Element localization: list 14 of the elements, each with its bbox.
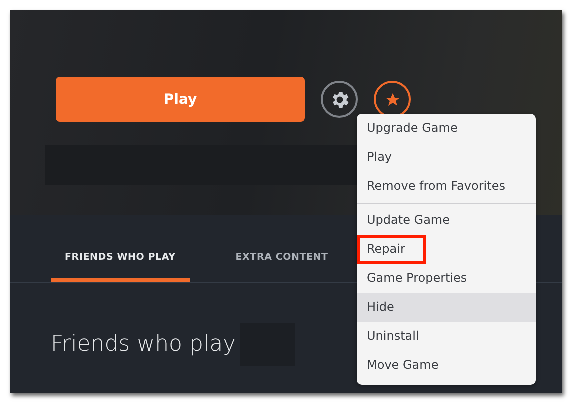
star-icon: [384, 92, 400, 108]
menu-item[interactable]: Remove from Favorites: [357, 172, 536, 201]
menu-item[interactable]: Repair: [357, 235, 536, 264]
settings-button[interactable]: [321, 81, 358, 118]
menu-item[interactable]: Uninstall: [357, 322, 536, 351]
menu-item[interactable]: Hide: [357, 293, 536, 322]
tab[interactable]: FRIENDS WHO PLAY: [51, 248, 190, 282]
tab[interactable]: EXTRA CONTENT: [222, 248, 342, 282]
menu-item[interactable]: Game Properties: [357, 264, 536, 293]
menu-item[interactable]: Move Game: [357, 351, 536, 380]
menu-item[interactable]: Play: [357, 143, 536, 172]
menu-item[interactable]: Upgrade Game: [357, 114, 536, 143]
section-title: Friends who play: [51, 332, 236, 357]
menu-item[interactable]: Update Game: [357, 206, 536, 235]
